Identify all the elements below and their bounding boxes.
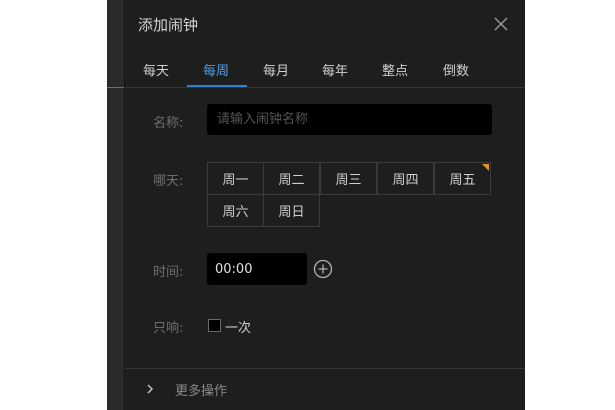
close-icon — [494, 17, 508, 31]
tab-countdown[interactable]: 倒数 — [443, 60, 469, 79]
chevron-right-icon — [147, 384, 154, 394]
background-tab-indicator — [107, 87, 125, 88]
day-label: 周四 — [392, 173, 419, 188]
day-thursday[interactable]: 周四 — [377, 162, 434, 195]
day-label: 周日 — [278, 205, 305, 220]
screen: 添加闹钟 每天 每周 每月 每年 整点 倒数 名称: 哪天: 周一 周二 周三 … — [0, 0, 615, 410]
days-label: 哪天: — [153, 174, 184, 189]
name-label: 名称: — [153, 116, 184, 131]
add-alarm-dialog: 添加闹钟 每天 每周 每月 每年 整点 倒数 名称: 哪天: 周一 周二 周三 … — [125, 0, 525, 410]
day-wednesday[interactable]: 周三 — [320, 162, 377, 195]
tab-monthly[interactable]: 每月 — [263, 60, 289, 79]
background-app-strip — [107, 0, 125, 410]
time-input[interactable] — [207, 253, 307, 285]
selected-corner-marker — [482, 164, 489, 171]
alarm-name-input[interactable] — [207, 104, 492, 135]
ring-once-option[interactable]: 一次 — [225, 317, 251, 336]
ring-once-checkbox[interactable] — [208, 319, 221, 332]
more-actions-label: 更多操作 — [175, 384, 228, 399]
tab-daily[interactable]: 每天 — [143, 60, 169, 79]
day-monday[interactable]: 周一 — [207, 162, 264, 195]
day-friday[interactable]: 周五 — [434, 162, 491, 195]
day-label: 周三 — [335, 173, 362, 188]
day-tuesday[interactable]: 周二 — [263, 162, 320, 195]
day-label: 周五 — [449, 173, 476, 188]
more-actions-toggle[interactable]: 更多操作 — [125, 368, 525, 410]
day-label: 周一 — [222, 173, 249, 188]
ring-once-label: 只响: — [153, 321, 184, 336]
tab-hourly[interactable]: 整点 — [382, 60, 408, 79]
active-tab-underline — [187, 85, 247, 87]
add-time-button[interactable] — [313, 259, 333, 279]
dialog-title: 添加闹钟 — [138, 16, 199, 34]
day-label: 周六 — [222, 205, 249, 220]
tab-yearly[interactable]: 每年 — [322, 60, 348, 79]
repeat-tabs: 每天 每周 每月 每年 整点 倒数 — [125, 50, 525, 88]
plus-circle-icon — [313, 259, 333, 279]
day-sunday[interactable]: 周日 — [263, 194, 320, 227]
time-label: 时间: — [153, 265, 184, 280]
tab-weekly[interactable]: 每周 — [203, 60, 229, 79]
weekday-grid: 周一 周二 周三 周四 周五 周六 周日 — [207, 162, 491, 228]
close-button[interactable] — [491, 14, 511, 34]
day-label: 周二 — [278, 173, 305, 188]
day-saturday[interactable]: 周六 — [207, 194, 264, 227]
